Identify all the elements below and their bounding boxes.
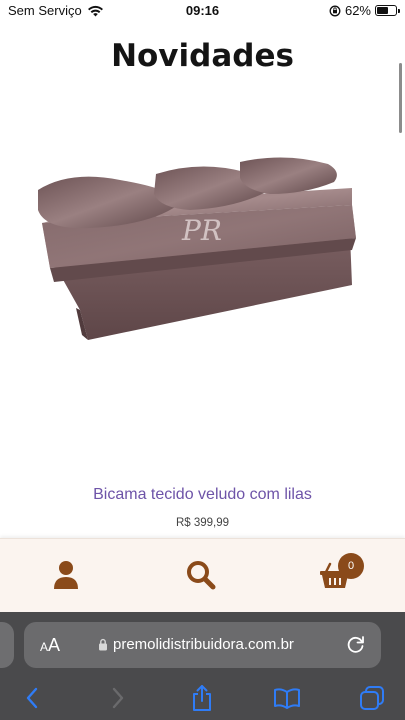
scroll-indicator[interactable] (399, 63, 402, 133)
search-button[interactable] (181, 555, 221, 595)
app-bottom-nav: 0 (0, 538, 405, 612)
product-image[interactable]: PR (30, 150, 370, 350)
cart-count-badge: 0 (338, 553, 364, 579)
battery-level (377, 7, 389, 14)
tabs-icon (360, 686, 384, 710)
product-price: R$ 399,99 (175, 517, 230, 529)
url-display[interactable]: premolidistribuidora.com.br (98, 636, 294, 653)
url-text: premolidistribuidora.com.br (113, 636, 294, 653)
search-icon (187, 561, 216, 590)
orientation-lock-icon (329, 5, 341, 16)
reload-icon[interactable] (345, 633, 367, 655)
forward-button[interactable] (103, 683, 133, 713)
reader-settings-button[interactable]: AA (40, 635, 60, 656)
chevron-left-icon (26, 687, 38, 709)
browser-toolbar (0, 680, 405, 716)
battery-percent: 62% (344, 3, 371, 18)
browser-chrome: AA premolidistribuidora.com.br (0, 612, 405, 720)
chevron-right-icon (112, 687, 124, 709)
battery-icon (375, 5, 400, 16)
tabs-button[interactable] (357, 683, 387, 713)
previous-tab-peek[interactable] (0, 622, 14, 668)
lock-icon (99, 638, 107, 651)
bookmarks-button[interactable] (272, 683, 302, 713)
book-icon (274, 688, 300, 709)
share-icon (193, 685, 211, 711)
page-title: Novidades (111, 38, 294, 74)
account-button[interactable] (46, 555, 86, 595)
share-button[interactable] (187, 683, 217, 713)
status-right: 62% (329, 3, 400, 18)
address-bar[interactable]: AA premolidistribuidora.com.br (24, 622, 381, 668)
user-icon (54, 561, 78, 589)
status-bar: Sem Serviço 09:16 62% (0, 0, 405, 22)
product-name-link[interactable]: Bicama tecido veludo com lilas (0, 486, 405, 504)
back-button[interactable] (17, 683, 47, 713)
image-watermark: PR (181, 214, 222, 247)
